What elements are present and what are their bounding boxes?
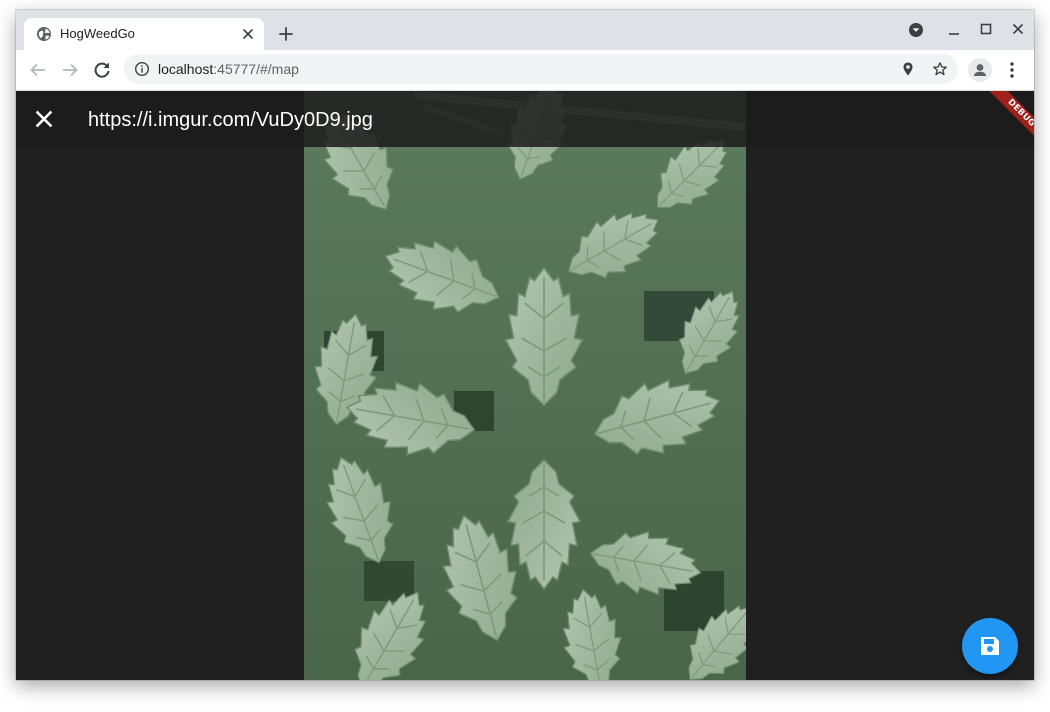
debug-ribbon-label: DEBUG bbox=[986, 91, 1034, 148]
tab-strip: HogWeedGo bbox=[16, 10, 1034, 50]
maximize-icon[interactable] bbox=[976, 20, 996, 40]
tab-title: HogWeedGo bbox=[60, 26, 135, 41]
app-bar: https://i.imgur.com/VuDy0D9.jpg bbox=[16, 91, 1034, 147]
image-url-title: https://i.imgur.com/VuDy0D9.jpg bbox=[88, 109, 373, 131]
address-bar[interactable]: localhost:45777/#/map bbox=[124, 54, 958, 84]
url-text: localhost:45777/#/map bbox=[158, 61, 299, 77]
info-icon[interactable] bbox=[134, 61, 150, 77]
back-arrow-icon[interactable] bbox=[26, 58, 50, 82]
close-icon[interactable] bbox=[1008, 20, 1028, 40]
close-icon[interactable] bbox=[240, 26, 256, 42]
minimize-icon[interactable] bbox=[944, 20, 964, 40]
browser-toolbar: localhost:45777/#/map bbox=[16, 50, 1034, 91]
url-path: :45777/#/map bbox=[213, 61, 299, 77]
save-icon bbox=[981, 637, 999, 655]
reload-icon[interactable] bbox=[90, 58, 114, 82]
tab-search-icon[interactable] bbox=[906, 20, 926, 40]
plant-photo bbox=[304, 91, 746, 680]
star-icon[interactable] bbox=[932, 61, 948, 77]
save-button[interactable] bbox=[962, 618, 1018, 674]
forward-arrow-icon[interactable] bbox=[58, 58, 82, 82]
browser-tab[interactable]: HogWeedGo bbox=[24, 18, 264, 50]
url-host: localhost bbox=[158, 61, 214, 77]
debug-banner: DEBUG bbox=[974, 91, 1034, 151]
browser-window: HogWeedGo localhost:45777/#/map https://… bbox=[16, 10, 1034, 680]
app-content: https://i.imgur.com/VuDy0D9.jpg DEBUG bbox=[16, 91, 1034, 680]
nettle-leaves-image bbox=[304, 91, 746, 680]
more-vert-icon[interactable] bbox=[1004, 58, 1020, 82]
person-icon bbox=[973, 64, 987, 76]
globe-icon bbox=[37, 27, 51, 41]
location-pin-icon[interactable] bbox=[900, 61, 916, 77]
profile-icon[interactable] bbox=[968, 58, 992, 82]
plus-icon[interactable] bbox=[274, 22, 298, 46]
close-icon[interactable] bbox=[32, 107, 56, 131]
